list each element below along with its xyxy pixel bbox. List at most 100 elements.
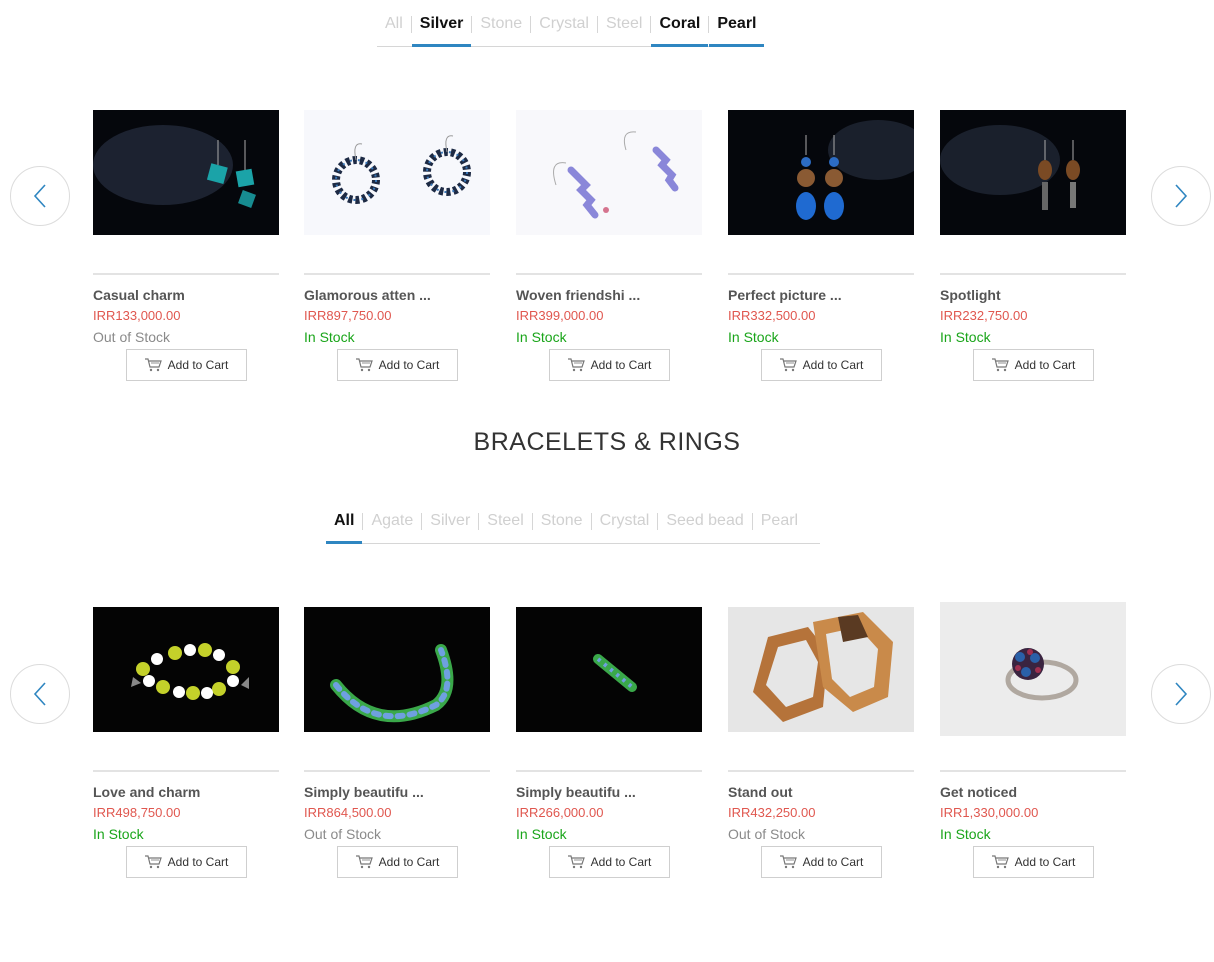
product-image[interactable] (728, 110, 914, 235)
add-to-cart-button[interactable]: Add to Cart (760, 349, 882, 381)
product-card: Spotlight IRR232,750.00 In Stock Add to … (940, 110, 1126, 381)
product-card: Love and charm IRR498,750.00 In Stock Ad… (93, 607, 279, 878)
add-to-cart-button[interactable]: Add to Cart (548, 846, 670, 878)
product-name[interactable]: Spotlight (940, 287, 1126, 305)
chevron-left-icon (33, 682, 46, 706)
chevron-right-icon (1175, 682, 1188, 706)
tab-steel[interactable]: Steel (598, 2, 650, 46)
stock-status: Out of Stock (728, 826, 806, 842)
add-to-cart-button[interactable]: Add to Cart (548, 349, 670, 381)
cart-icon (144, 358, 162, 372)
product-name[interactable]: Stand out (728, 784, 914, 802)
product-name[interactable]: Perfect picture ... (728, 287, 914, 305)
add-to-cart-button[interactable]: Add to Cart (336, 846, 458, 878)
tab-pearl[interactable]: Pearl (753, 499, 820, 543)
product-price: IRR498,750.00 (93, 805, 181, 820)
product-name[interactable]: Get noticed (940, 784, 1126, 802)
product-image[interactable] (728, 607, 914, 732)
cart-icon (144, 855, 162, 869)
stock-status: In Stock (516, 329, 567, 345)
cart-icon (567, 855, 585, 869)
product-name[interactable]: Simply beautifu ... (516, 784, 702, 802)
divider (304, 770, 490, 772)
product-name[interactable]: Simply beautifu ... (304, 784, 490, 802)
add-to-cart-button[interactable]: Add to Cart (125, 846, 247, 878)
product-name[interactable]: Glamorous atten ... (304, 287, 490, 305)
tab-stone[interactable]: Stone (472, 2, 530, 46)
add-to-cart-button[interactable]: Add to Cart (125, 349, 247, 381)
product-price: IRR332,500.00 (728, 308, 816, 323)
earrings-filter-tabs: All Silver Stone Crystal Steel Coral Pea… (377, 2, 765, 47)
cart-icon (991, 855, 1009, 869)
stock-status: In Stock (93, 826, 144, 842)
earrings-prev-button[interactable] (10, 166, 70, 226)
product-card: Casual charm IRR133,000.00 Out of Stock … (93, 110, 279, 381)
tab-silver[interactable]: Silver (411, 2, 472, 47)
product-price: IRR864,500.00 (304, 805, 392, 820)
stock-status: In Stock (728, 329, 779, 345)
tab-seed-bead[interactable]: Seed bead (658, 499, 751, 543)
divider (304, 273, 490, 275)
product-image[interactable] (940, 110, 1126, 235)
tab-stone[interactable]: Stone (533, 499, 591, 543)
divider (516, 273, 702, 275)
product-card: Perfect picture ... IRR332,500.00 In Sto… (728, 110, 914, 381)
product-name[interactable]: Love and charm (93, 784, 279, 802)
divider (93, 770, 279, 772)
cart-icon (779, 358, 797, 372)
product-price: IRR1,330,000.00 (940, 805, 1039, 820)
stock-status: In Stock (516, 826, 567, 842)
divider (940, 770, 1126, 772)
tab-steel[interactable]: Steel (479, 499, 531, 543)
add-to-cart-label: Add to Cart (378, 855, 440, 869)
add-to-cart-label: Add to Cart (590, 358, 652, 372)
add-to-cart-label: Add to Cart (590, 855, 652, 869)
add-to-cart-label: Add to Cart (378, 358, 440, 372)
product-name[interactable]: Woven friendshi ... (516, 287, 702, 305)
earrings-next-button[interactable] (1151, 166, 1211, 226)
tab-crystal[interactable]: Crystal (592, 499, 658, 543)
product-image[interactable] (93, 607, 279, 732)
stock-status: In Stock (304, 329, 355, 345)
tab-agate[interactable]: Agate (363, 499, 421, 543)
product-image[interactable] (304, 607, 490, 732)
stock-status: Out of Stock (304, 826, 382, 842)
add-to-cart-button[interactable]: Add to Cart (336, 349, 458, 381)
add-to-cart-button[interactable]: Add to Cart (972, 349, 1094, 381)
tab-coral[interactable]: Coral (651, 2, 709, 47)
cart-icon (567, 358, 585, 372)
tab-all[interactable]: All (326, 499, 363, 544)
divider (728, 770, 914, 772)
product-image[interactable] (93, 110, 279, 235)
tab-all[interactable]: All (377, 2, 411, 46)
product-card: Simply beautifu ... IRR266,000.00 In Sto… (516, 607, 702, 878)
divider (728, 273, 914, 275)
tab-silver[interactable]: Silver (422, 499, 478, 543)
product-price: IRR432,250.00 (728, 805, 816, 820)
add-to-cart-button[interactable]: Add to Cart (972, 846, 1094, 878)
chevron-left-icon (33, 184, 46, 208)
product-image[interactable] (516, 607, 702, 732)
tab-pearl[interactable]: Pearl (709, 2, 765, 47)
product-image[interactable] (516, 110, 702, 235)
cart-icon (779, 855, 797, 869)
product-name[interactable]: Casual charm (93, 287, 279, 305)
chevron-right-icon (1175, 184, 1188, 208)
product-card: Stand out IRR432,250.00 Out of Stock Add… (728, 607, 914, 878)
add-to-cart-button[interactable]: Add to Cart (760, 846, 882, 878)
bracelets-filter-tabs: All Agate Silver Steel Stone Crystal See… (326, 499, 821, 544)
tab-crystal[interactable]: Crystal (531, 2, 597, 46)
product-price: IRR266,000.00 (516, 805, 604, 820)
bracelets-prev-button[interactable] (10, 664, 70, 724)
bracelets-next-button[interactable] (1151, 664, 1211, 724)
section-heading: BRACELETS & RINGS (473, 428, 741, 456)
divider (516, 770, 702, 772)
product-card: Glamorous atten ... IRR897,750.00 In Sto… (304, 110, 490, 381)
product-image[interactable] (304, 110, 490, 235)
product-price: IRR399,000.00 (516, 308, 604, 323)
stock-status: In Stock (940, 826, 991, 842)
product-image[interactable] (940, 602, 1126, 736)
stock-status: Out of Stock (93, 329, 171, 345)
cart-icon (991, 358, 1009, 372)
product-card: Woven friendshi ... IRR399,000.00 In Sto… (516, 110, 702, 381)
